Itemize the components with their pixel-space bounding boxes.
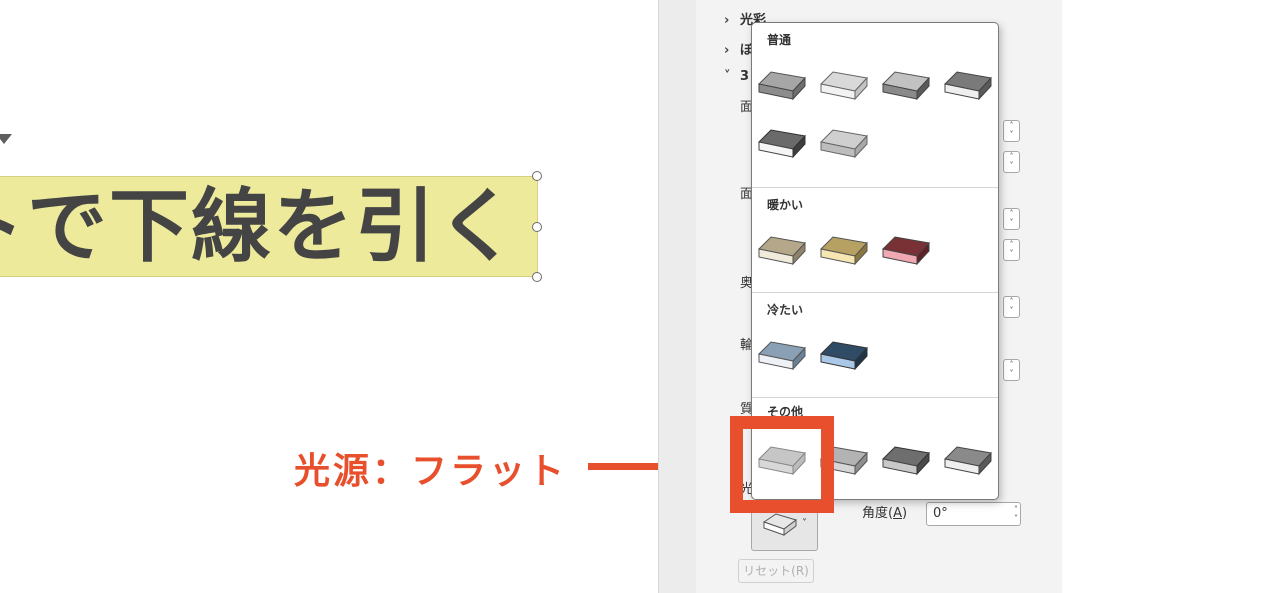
section-title-other: その他	[767, 405, 804, 419]
section-3d-format[interactable]: ˅ 3	[724, 69, 749, 84]
light-preset-warm-3[interactable]	[881, 233, 931, 267]
section-title-normal: 普通	[767, 33, 792, 47]
light-preset-other-2[interactable]	[819, 443, 869, 477]
spin-button[interactable]: ˄ ˅	[1003, 359, 1020, 381]
slide-marker	[0, 134, 12, 144]
light-preset-normal-6[interactable]	[819, 126, 869, 160]
light-preset-normal-1[interactable]	[757, 68, 807, 102]
light-preset-other-4[interactable]	[943, 443, 993, 477]
textbox-text[interactable]: トで下線を引く	[0, 179, 519, 275]
spin-button[interactable]: ˄ ˅	[1003, 208, 1020, 230]
reset-button[interactable]: リセット(R)	[738, 559, 814, 583]
angle-label: 角度(A)	[862, 506, 908, 521]
section-title-warm: 暖かい	[767, 198, 804, 212]
light-preset-warm-2[interactable]	[819, 233, 869, 267]
light-preset-normal-5[interactable]	[757, 126, 807, 160]
section-divider	[752, 187, 998, 188]
chevron-down-icon: ˅	[802, 518, 807, 529]
section-divider	[752, 292, 998, 293]
annotation-label: 光源：フラット	[294, 451, 568, 492]
section-soft-edges[interactable]: › ぼ	[724, 39, 753, 58]
angle-input[interactable]: 0° ˄ ˅	[926, 502, 1021, 526]
spin-button[interactable]: ˄ ˅	[1003, 151, 1020, 173]
lighting-gallery: 普通 暖かい 冷たい その他	[751, 22, 999, 500]
spin-button[interactable]: ˄ ˅	[1003, 296, 1020, 318]
light-preset-normal-3[interactable]	[881, 68, 931, 102]
light-preset-cool-2[interactable]	[819, 338, 869, 372]
section-divider	[752, 397, 998, 398]
light-preset-other-3[interactable]	[881, 443, 931, 477]
lighting-dropdown-button[interactable]: ˅	[751, 503, 818, 551]
spin-button[interactable]: ˄ ˅	[1003, 120, 1020, 142]
angle-spin-icon[interactable]: ˄ ˅	[1014, 505, 1018, 523]
chevron-down-icon: ˅	[724, 69, 731, 84]
section-title-cool: 冷たい	[767, 303, 804, 317]
chevron-right-icon: ›	[724, 13, 730, 28]
light-preset-normal-4[interactable]	[943, 68, 993, 102]
lighting-flat-icon	[762, 513, 798, 536]
light-preset-warm-1[interactable]	[757, 233, 807, 267]
resize-handle-bottom-right[interactable]	[532, 272, 542, 282]
pane-left-strip	[658, 0, 696, 593]
spin-button[interactable]: ˄ ˅	[1003, 239, 1020, 261]
chevron-right-icon: ›	[724, 43, 730, 58]
resize-handle-right[interactable]	[532, 222, 542, 232]
light-preset-flat[interactable]	[757, 443, 807, 477]
resize-handle-top-right[interactable]	[532, 171, 542, 181]
light-preset-normal-2[interactable]	[819, 68, 869, 102]
light-preset-cool-1[interactable]	[757, 338, 807, 372]
selected-textbox[interactable]: トで下線を引く	[0, 176, 538, 277]
